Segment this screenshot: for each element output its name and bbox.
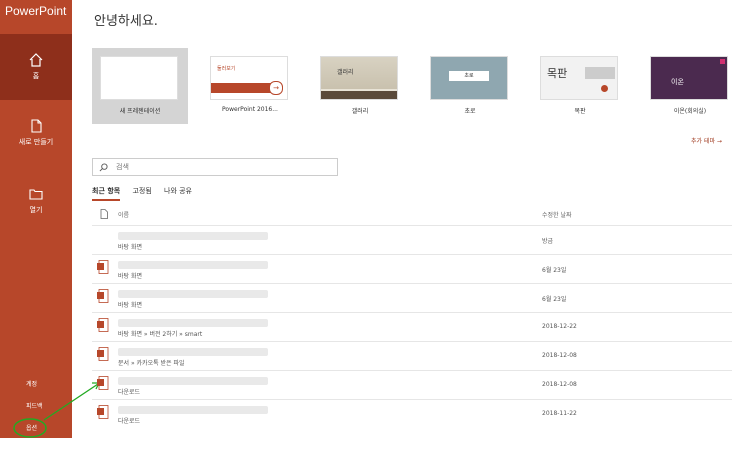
template-label: 목판 — [574, 108, 586, 115]
template-label: 갤러리 — [351, 108, 369, 115]
thumb-text: 갤러리 — [337, 69, 354, 76]
search-icon — [99, 162, 108, 171]
tab-pinned[interactable]: 고정됨 — [132, 186, 151, 199]
thumb-text: 목판 — [547, 67, 568, 80]
file-name-redacted — [118, 261, 268, 269]
pptx-file-icon — [97, 318, 109, 332]
thumb-text: 둘러보기 — [217, 66, 236, 72]
table-row[interactable]: 문서 » 카카오톡 받은 파일 2018-12-08 — [92, 341, 732, 369]
list-header: 이름 수정한 날짜 — [92, 208, 745, 222]
column-header-name[interactable]: 이름 — [118, 210, 129, 219]
table-row[interactable]: 바탕 화면 6월 23일 — [92, 254, 732, 282]
file-name-redacted — [118, 406, 268, 414]
template-tour[interactable]: 둘러보기 → PowerPoint 2016... — [202, 48, 298, 124]
file-date: 2018-12-22 — [542, 323, 577, 330]
table-row[interactable]: 바탕 화면 방금 — [92, 225, 732, 253]
file-date: 2018-11-22 — [542, 410, 577, 417]
template-thumb: 이온 — [650, 56, 728, 100]
template-green[interactable]: 초로 초로 — [422, 48, 518, 124]
file-date: 방금 — [542, 238, 554, 245]
search-box[interactable] — [92, 158, 338, 176]
pptx-file-icon — [97, 376, 109, 390]
arrow-right-icon: → — [269, 81, 283, 95]
template-label: PowerPoint 2016... — [222, 106, 278, 113]
template-ion[interactable]: 이온 이온(회의실) — [642, 48, 738, 124]
thumb-bar — [211, 83, 271, 93]
file-date: 2018-12-08 — [542, 352, 577, 359]
pptx-file-icon — [97, 347, 109, 361]
file-name-redacted — [118, 348, 268, 356]
table-row[interactable]: 다운로드 2018-11-22 — [92, 399, 732, 427]
template-label: 초로 — [464, 108, 476, 115]
file-path: 바탕 화면 — [118, 244, 142, 251]
column-header-date[interactable]: 수정한 날짜 — [542, 210, 572, 219]
pptx-file-icon — [97, 260, 109, 274]
file-name-redacted — [118, 377, 268, 385]
template-thumb — [100, 56, 178, 100]
tab-shared[interactable]: 나와 공유 — [164, 186, 192, 199]
main-area: 안녕하세요. 새 프레젠테이션 둘러보기 → PowerPoint 2016..… — [72, 0, 745, 438]
file-path: 문서 » 카카오톡 받은 파일 — [118, 360, 185, 367]
file-path: 바탕 화면 » 버전 2하기 » smart — [118, 331, 203, 338]
file-path: 바탕 화면 — [118, 302, 142, 309]
file-path: 다운로드 — [118, 389, 141, 396]
table-row[interactable]: 바탕 화면 6월 23일 — [92, 283, 732, 311]
thumb-text: 이온 — [671, 78, 684, 86]
file-name-redacted — [118, 319, 268, 327]
greeting: 안녕하세요. — [94, 14, 158, 29]
file-date: 2018-12-08 — [542, 381, 577, 388]
template-thumb: 갤러리 — [320, 56, 398, 100]
template-woodtype[interactable]: 목판 목판 — [532, 48, 628, 124]
file-name-redacted — [118, 232, 268, 240]
template-label: 이온(회의실) — [673, 108, 707, 115]
pptx-file-icon — [97, 289, 109, 303]
file-date: 6월 23일 — [542, 296, 567, 303]
template-thumb: 둘러보기 → — [210, 56, 288, 100]
table-row[interactable]: 다운로드 2018-12-08 — [92, 370, 732, 398]
template-blank[interactable]: 새 프레젠테이션 — [92, 48, 188, 124]
file-tabs: 최근 항목 고정됨 나와 공유 — [92, 186, 202, 201]
more-themes-link[interactable]: 추가 테마 → — [691, 136, 722, 145]
thumb-text: 초로 — [449, 71, 489, 81]
pptx-file-icon — [97, 405, 109, 419]
search-input[interactable] — [114, 162, 318, 172]
file-path: 바탕 화면 — [118, 273, 142, 280]
file-icon — [100, 209, 108, 219]
template-thumb: 초로 — [430, 56, 508, 100]
file-date: 6월 23일 — [542, 267, 567, 274]
template-thumb: 목판 — [540, 56, 618, 100]
template-gallery[interactable]: 갤러리 갤러리 — [312, 48, 408, 124]
tab-recent[interactable]: 최근 항목 — [92, 186, 121, 201]
template-label: 새 프레젠테이션 — [119, 108, 161, 115]
table-row[interactable]: 바탕 화면 » 버전 2하기 » smart 2018-12-22 — [92, 312, 732, 340]
file-path: 다운로드 — [118, 418, 141, 425]
file-name-redacted — [118, 290, 268, 298]
